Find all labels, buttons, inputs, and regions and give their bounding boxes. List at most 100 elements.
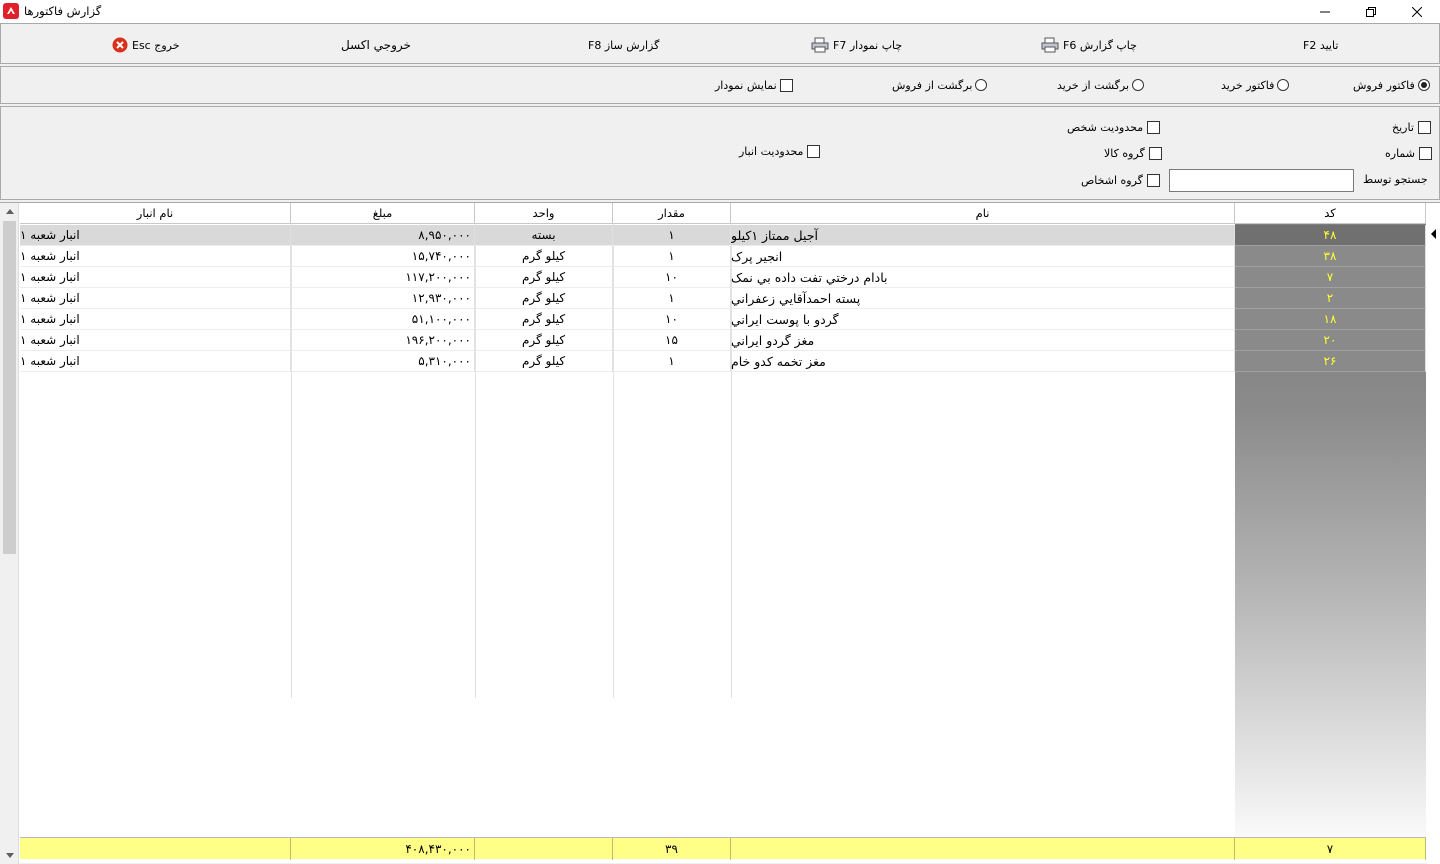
cell-amount[interactable]: ۱۱۷,۲۰۰,۰۰۰ [291,267,475,288]
toolbar: تایید F2 چاپ گزارش F6 چاپ نمودار F7 گزار… [0,23,1440,64]
excel-export-button[interactable]: خروجي اکسل [341,36,411,54]
checkbox-icon [1146,173,1160,187]
checkbox-label: شماره [1385,146,1416,160]
filter-panel: تاريخ شماره جستجو توسط محدوديت شخص گروه … [0,106,1440,200]
column-header-name[interactable]: نام [731,203,1235,224]
table-row[interactable]: ۴۸ آجيل ممتاز ۱کيلو ۱ بسته ۸,۹۵۰,۰۰۰ انبار شع… [20,225,1426,246]
cell-unit[interactable]: کيلو گرم [475,330,613,351]
radio-icon [975,79,988,91]
column-header-unit[interactable]: واحد [475,203,613,224]
column-header-qty[interactable]: مقدار [613,203,731,224]
printer-icon [1041,37,1059,53]
cell-qty[interactable]: ۱۰ [613,309,731,330]
cell-qty[interactable]: ۱۵ [613,330,731,351]
table-row[interactable]: ۱۸ گردو با پوست ايراني ۱۰ کيلو گرم ۵۱,۱۰۰,۰۰… [20,309,1426,330]
cell-qty[interactable]: ۱ [613,351,731,372]
total-amount: ۴۰۸,۴۳۰,۰۰۰ [291,838,475,860]
restore-button[interactable] [1348,0,1394,23]
cell-unit[interactable]: کيلو گرم [475,288,613,309]
cell-code[interactable]: ۲۶ [1235,351,1426,372]
close-button[interactable] [1394,0,1440,23]
exit-label: خروج Esc [132,38,180,52]
table-row[interactable]: ۳۸ انجير پرک ۱ کيلو گرم ۱۵,۷۴۰,۰۰۰ انبار شعبه… [20,246,1426,267]
cell-warehouse[interactable]: انبار شعبه ۱ [20,225,291,246]
cell-amount[interactable]: ۱۹۶,۲۰۰,۰۰۰ [291,330,475,351]
warehouse-limit-checkbox[interactable]: محدوديت انبار [739,144,821,158]
checkbox-label: گروه اشخاص [1081,173,1143,187]
cell-amount[interactable]: ۵۱,۱۰۰,۰۰۰ [291,309,475,330]
cell-amount[interactable]: ۱۵,۷۴۰,۰۰۰ [291,246,475,267]
search-input[interactable] [1169,169,1354,192]
cell-name[interactable]: مغز تخمه کدو خام [731,351,1235,372]
cell-unit[interactable]: کيلو گرم [475,351,613,372]
number-checkbox[interactable]: شماره [1385,146,1433,160]
radio-sales-return[interactable]: برگشت از فروش [892,78,988,92]
person-limit-checkbox[interactable]: محدوديت شخص [1067,120,1161,134]
confirm-label: تایید F2 [1303,38,1339,52]
vertical-scrollbar[interactable] [0,203,19,864]
table-row[interactable]: ۲۶ مغز تخمه کدو خام ۱ کيلو گرم ۵,۳۱۰,۰۰۰ انبا… [20,351,1426,372]
radio-label: برگشت از خريد [1057,78,1130,92]
total-count: ۷ [1235,838,1426,860]
radio-label: فاکتور خريد [1221,78,1275,92]
total-unit-cell [475,838,613,860]
cell-code[interactable]: ۴۸ [1235,225,1426,246]
cell-amount[interactable]: ۸,۹۵۰,۰۰۰ [291,225,475,246]
total-warehouse-cell [20,838,291,860]
cell-unit[interactable]: کيلو گرم [475,309,613,330]
cell-unit[interactable]: بسته [475,225,613,246]
checkbox-icon [1148,146,1162,160]
cell-qty[interactable]: ۱ [613,288,731,309]
report-builder-button[interactable]: گزارش ساز F8 [588,36,659,54]
cell-qty[interactable]: ۱ [613,225,731,246]
column-header-amount[interactable]: مبلغ [291,203,475,224]
cell-name[interactable]: بادام درختي تفت داده بي نمک [731,267,1235,288]
cell-name[interactable]: گردو با پوست ايراني [731,309,1235,330]
cell-warehouse[interactable]: انبار شعبه ۱ [20,309,291,330]
radio-purchase-invoice[interactable]: فاکتور خريد [1221,78,1290,92]
cell-name[interactable]: انجير پرک [731,246,1235,267]
table-row[interactable]: ۷ بادام درختي تفت داده بي نمک ۱۰ کيلو گرم ۱۱… [20,267,1426,288]
minimize-button[interactable] [1302,0,1348,23]
radio-sales-invoice[interactable]: فاکتور فروش [1353,78,1430,92]
cell-qty[interactable]: ۱ [613,246,731,267]
cell-code[interactable]: ۱۸ [1235,309,1426,330]
cell-warehouse[interactable]: انبار شعبه ۱ [20,330,291,351]
exit-button[interactable]: خروج Esc [112,36,180,54]
table-row[interactable]: ۲۰ مغز گردو ايراني ۱۵ کيلو گرم ۱۹۶,۲۰۰,۰۰۰ ان… [20,330,1426,351]
scroll-up-arrow-icon[interactable] [0,203,19,220]
goods-group-checkbox[interactable]: گروه کالا [1104,146,1162,160]
cell-warehouse[interactable]: انبار شعبه ۱ [20,288,291,309]
column-header-warehouse[interactable]: نام انبار [20,203,291,224]
report-builder-label: گزارش ساز F8 [588,38,660,52]
checkbox-label: محدوديت انبار [739,144,804,158]
scroll-down-arrow-icon[interactable] [0,847,19,864]
radio-purchase-return[interactable]: برگشت از خريد [1057,78,1145,92]
date-checkbox[interactable]: تاريخ [1392,120,1431,134]
search-by-text: جستجو توسط [1363,172,1428,186]
cell-code[interactable]: ۷ [1235,267,1426,288]
cell-code[interactable]: ۳۸ [1235,246,1426,267]
cell-unit[interactable]: کيلو گرم [475,267,613,288]
radio-label: برگشت از فروش [892,78,973,92]
cell-name[interactable]: آجيل ممتاز ۱کيلو [731,225,1235,246]
cell-warehouse[interactable]: انبار شعبه ۱ [20,267,291,288]
cell-name[interactable]: مغز گردو ايراني [731,330,1235,351]
print-report-button[interactable]: چاپ گزارش F6 [1041,36,1137,54]
cell-code[interactable]: ۲۰ [1235,330,1426,351]
cell-warehouse[interactable]: انبار شعبه ۱ [20,351,291,372]
show-chart-checkbox[interactable]: نمايش نمودار [715,78,793,92]
cell-unit[interactable]: کيلو گرم [475,246,613,267]
cell-amount[interactable]: ۱۲,۹۳۰,۰۰۰ [291,288,475,309]
scrollbar-thumb[interactable] [3,221,16,554]
column-header-code[interactable]: کد [1235,203,1426,224]
cell-warehouse[interactable]: انبار شعبه ۱ [20,246,291,267]
cell-code[interactable]: ۲ [1235,288,1426,309]
print-chart-button[interactable]: چاپ نمودار F7 [811,36,902,54]
cell-name[interactable]: پسته احمدآقايي زعفراني [731,288,1235,309]
confirm-button[interactable]: تایید F2 [1303,36,1338,54]
cell-amount[interactable]: ۵,۳۱۰,۰۰۰ [291,351,475,372]
persons-group-checkbox[interactable]: گروه اشخاص [1081,173,1160,187]
cell-qty[interactable]: ۱۰ [613,267,731,288]
table-row[interactable]: ۲ پسته احمدآقايي زعفراني ۱ کيلو گرم ۱۲,۹۳۰,۰… [20,288,1426,309]
